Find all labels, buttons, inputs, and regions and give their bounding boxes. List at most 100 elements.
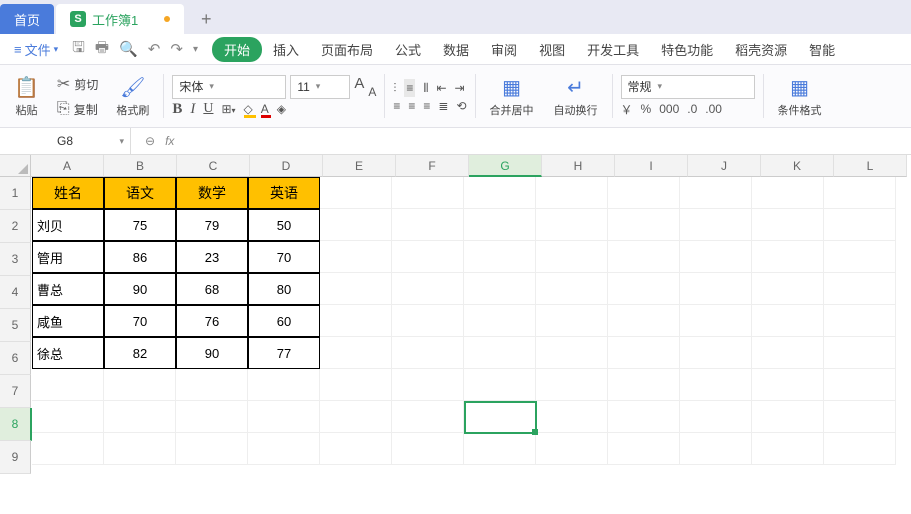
font-name-combo[interactable]: 宋体▾	[172, 75, 286, 99]
cell-J5[interactable]	[680, 305, 752, 337]
row-header-2[interactable]: 2	[0, 210, 31, 243]
cell-G7[interactable]	[464, 369, 536, 401]
cell-E9[interactable]	[320, 433, 392, 465]
cell-L6[interactable]	[824, 337, 896, 369]
cell-D3[interactable]: 70	[248, 241, 320, 273]
name-box[interactable]: G8 ▾	[0, 128, 131, 154]
cell-I4[interactable]	[608, 273, 680, 305]
cell-F6[interactable]	[392, 337, 464, 369]
cell-A8[interactable]	[32, 401, 104, 433]
menu-view[interactable]: 视图	[528, 40, 576, 59]
cell-K1[interactable]	[752, 177, 824, 209]
format-painter-button[interactable]: 🖌 格式刷	[110, 75, 155, 118]
cell-F9[interactable]	[392, 433, 464, 465]
cell-C2[interactable]: 79	[176, 209, 248, 241]
cell-F8[interactable]	[392, 401, 464, 433]
fill-color-button[interactable]: ◇	[244, 102, 253, 116]
cell-F2[interactable]	[392, 209, 464, 241]
cell-K9[interactable]	[752, 433, 824, 465]
cell-I5[interactable]	[608, 305, 680, 337]
cell-L9[interactable]	[824, 433, 896, 465]
cell-B7[interactable]	[104, 369, 176, 401]
chevron-down-icon[interactable]: ▾	[193, 44, 198, 55]
currency-icon[interactable]: ￥	[621, 101, 633, 118]
cell-G5[interactable]	[464, 305, 536, 337]
percent-icon[interactable]: %	[641, 102, 652, 116]
menu-data[interactable]: 数据	[432, 40, 480, 59]
cell-C8[interactable]	[176, 401, 248, 433]
menu-featured[interactable]: 特色功能	[650, 40, 724, 59]
align-left-icon[interactable]: ≡	[393, 99, 400, 113]
menu-formula[interactable]: 公式	[384, 40, 432, 59]
font-size-combo[interactable]: 11▾	[290, 75, 350, 99]
cell-E7[interactable]	[320, 369, 392, 401]
cell-K4[interactable]	[752, 273, 824, 305]
tab-workbook[interactable]: S 工作簿1	[56, 4, 184, 34]
cell-A4[interactable]: 曹总	[32, 273, 104, 305]
cell-L8[interactable]	[824, 401, 896, 433]
cell-B3[interactable]: 86	[104, 241, 176, 273]
cell-G4[interactable]	[464, 273, 536, 305]
cell-J6[interactable]	[680, 337, 752, 369]
orientation-icon[interactable]: ⟲	[456, 99, 466, 113]
col-header-A[interactable]: A	[31, 155, 104, 177]
cell-B8[interactable]	[104, 401, 176, 433]
row-header-8[interactable]: 8	[0, 408, 32, 441]
wrap-button[interactable]: ↵ 自动换行	[548, 75, 604, 118]
cell-G9[interactable]	[464, 433, 536, 465]
col-header-G[interactable]: G	[469, 155, 542, 177]
row-header-7[interactable]: 7	[0, 375, 31, 408]
dec-inc-icon[interactable]: .0	[687, 102, 697, 116]
menu-start[interactable]: 开始	[212, 37, 262, 62]
col-header-C[interactable]: C	[177, 155, 250, 177]
cell-H9[interactable]	[536, 433, 608, 465]
cell-H1[interactable]	[536, 177, 608, 209]
cell-F3[interactable]	[392, 241, 464, 273]
cell-D1[interactable]: 英语	[248, 177, 320, 209]
cell-E3[interactable]	[320, 241, 392, 273]
align-top-icon[interactable]: ⫶	[393, 81, 396, 96]
tab-home[interactable]: 首页	[0, 4, 54, 34]
cell-A5[interactable]: 咸鱼	[32, 305, 104, 337]
cell-C3[interactable]: 23	[176, 241, 248, 273]
dec-dec-icon[interactable]: .00	[705, 102, 722, 116]
save-icon[interactable]: 🖫	[72, 37, 85, 62]
redo-icon[interactable]: ↷	[170, 40, 183, 58]
cell-D6[interactable]: 77	[248, 337, 320, 369]
print-icon[interactable]: 🖶	[95, 37, 109, 62]
menu-review[interactable]: 审阅	[480, 40, 528, 59]
cell-G2[interactable]	[464, 209, 536, 241]
border-button[interactable]: ⊞▾	[221, 102, 235, 116]
cell-B2[interactable]: 75	[104, 209, 176, 241]
cell-C7[interactable]	[176, 369, 248, 401]
select-all-corner[interactable]	[0, 155, 31, 177]
cell-H5[interactable]	[536, 305, 608, 337]
col-header-E[interactable]: E	[323, 155, 396, 177]
fx-icon[interactable]: fx	[165, 134, 174, 148]
cell-J1[interactable]	[680, 177, 752, 209]
underline-button[interactable]: U	[203, 101, 213, 117]
comma-icon[interactable]: 000	[659, 102, 679, 116]
align-center-icon[interactable]: ≡	[408, 99, 415, 113]
cell-K2[interactable]	[752, 209, 824, 241]
font-color-button[interactable]: A	[261, 102, 269, 116]
cell-I7[interactable]	[608, 369, 680, 401]
align-middle-icon[interactable]: ≡	[404, 79, 415, 97]
cell-H3[interactable]	[536, 241, 608, 273]
cell-J7[interactable]	[680, 369, 752, 401]
cell-A2[interactable]: 刘贝	[32, 209, 104, 241]
cell-C1[interactable]: 数学	[176, 177, 248, 209]
cell-I2[interactable]	[608, 209, 680, 241]
cell-I8[interactable]	[608, 401, 680, 433]
cell-D7[interactable]	[248, 369, 320, 401]
number-format-combo[interactable]: 常规▾	[621, 75, 755, 99]
col-header-I[interactable]: I	[615, 155, 688, 177]
menu-dev[interactable]: 开发工具	[576, 40, 650, 59]
cell-K7[interactable]	[752, 369, 824, 401]
undo-icon[interactable]: ↶	[148, 40, 161, 58]
copy-button[interactable]: ⎘复制	[53, 98, 102, 120]
row-header-5[interactable]: 5	[0, 309, 31, 342]
menu-resource[interactable]: 稻壳资源	[724, 40, 798, 59]
paste-button[interactable]: 📋 粘贴	[8, 75, 45, 118]
cell-G1[interactable]	[464, 177, 536, 209]
